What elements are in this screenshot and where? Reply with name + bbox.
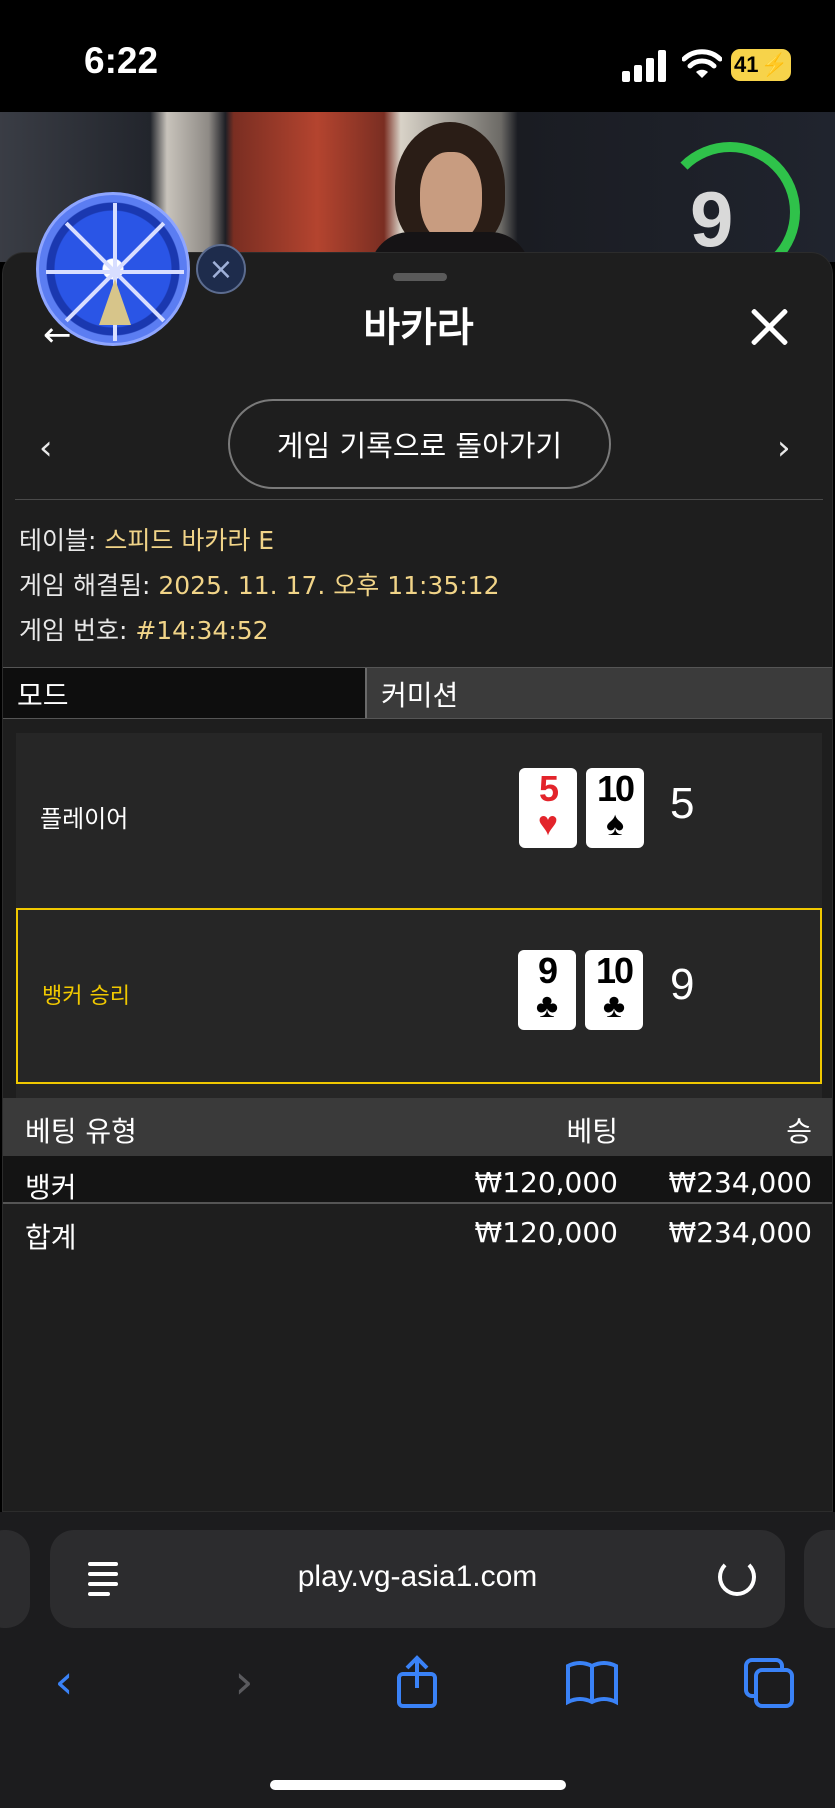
banker-card-1: 9 ♣	[518, 950, 576, 1030]
wifi-icon	[682, 49, 722, 78]
cellular-signal-icon	[622, 50, 670, 82]
tab-mode[interactable]: 모드	[3, 668, 365, 718]
player-card-1: 5 ♥	[519, 768, 577, 848]
close-icon[interactable]: ×	[196, 244, 246, 294]
game-detail-panel: ← 바카라 ‹ 게임 기록으로 돌아가기 › 테이블: 스피드 바카라 E 게임…	[2, 252, 833, 1512]
home-indicator[interactable]	[270, 1780, 566, 1790]
back-icon[interactable]: ‹	[34, 1652, 94, 1712]
player-label: 플레이어	[40, 805, 129, 833]
table-label: 테이블:	[19, 526, 105, 555]
player-card-2: 10 ♠	[586, 768, 644, 848]
address-bar[interactable]: play.vg-asia1.com	[50, 1530, 785, 1628]
header-bet-type: 베팅 유형	[25, 1115, 137, 1148]
battery-level: 41	[734, 52, 759, 77]
card-suit-icon: ♣	[602, 987, 626, 1025]
bet-amount: ₩120,000	[474, 1216, 618, 1249]
battery-icon: 41 ⚡	[731, 49, 791, 81]
browser-toolbar: play.vg-asia1.com ‹ ›	[0, 1512, 835, 1808]
banker-hand-row: 뱅커 승리 9 ♣ 10 ♣ 9	[16, 908, 822, 1084]
win-amount: ₩234,000	[668, 1216, 812, 1249]
back-to-history-button[interactable]: 게임 기록으로 돌아가기	[228, 399, 611, 489]
round-result: 플레이어 5 ♥ 10 ♠ 5 뱅커 승리 9 ♣ 10 ♣ 9	[16, 733, 822, 1098]
url-text: play.vg-asia1.com	[297, 1560, 538, 1593]
table-row: 뱅커 ₩120,000 ₩234,000	[3, 1156, 832, 1204]
resolved-value: 2025. 11. 17. 오후 11:35:12	[158, 571, 500, 600]
tab-commission[interactable]: 커미션	[365, 668, 832, 718]
game-number-info: 게임 번호: #14:34:52	[19, 611, 269, 647]
header-bet: 베팅	[566, 1115, 618, 1148]
charging-icon: ⚡	[760, 52, 788, 77]
previous-tab-preview[interactable]	[0, 1530, 30, 1628]
divider	[15, 499, 823, 500]
wheel-pointer	[99, 279, 131, 325]
table-value: 스피드 바카라 E	[104, 526, 275, 555]
game-number-value: #14:34:52	[135, 616, 269, 645]
wheel-widget-icon[interactable]	[36, 192, 190, 346]
header-win: 승	[786, 1115, 812, 1148]
card-rank: 10	[596, 768, 635, 809]
tabs-icon[interactable]	[738, 1652, 798, 1712]
next-game-chevron-icon[interactable]: ›	[777, 428, 807, 468]
bet-table-header: 베팅 유형 베팅 승	[3, 1098, 832, 1156]
table-info: 테이블: 스피드 바카라 E	[19, 521, 274, 557]
card-suit-icon: ♣	[535, 987, 559, 1025]
game-number-label: 게임 번호:	[19, 616, 136, 645]
resolved-label: 게임 해결됨:	[19, 571, 159, 600]
dealer-face	[420, 152, 482, 242]
sheet-grabber[interactable]	[393, 273, 447, 281]
card-rank: 9	[537, 950, 558, 991]
bet-type: 합계	[25, 1221, 77, 1254]
clock: 6:22	[84, 40, 159, 81]
bet-type: 뱅커	[25, 1171, 77, 1204]
bookmarks-icon[interactable]	[562, 1652, 622, 1712]
forward-icon[interactable]: ›	[214, 1652, 274, 1712]
win-amount: ₩234,000	[668, 1166, 812, 1199]
close-icon[interactable]	[747, 305, 791, 349]
card-suit-icon: ♠	[605, 805, 625, 843]
card-rank: 5	[538, 768, 559, 809]
resolved-info: 게임 해결됨: 2025. 11. 17. 오후 11:35:12	[19, 566, 499, 602]
card-suit-icon: ♥	[537, 805, 559, 843]
status-bar: 6:22 41 ⚡	[0, 0, 835, 112]
previous-game-chevron-icon[interactable]: ‹	[39, 428, 69, 468]
reload-icon[interactable]	[718, 1558, 756, 1596]
player-score: 5	[670, 779, 695, 828]
mode-commission-tabs: 모드 커미션	[3, 667, 832, 719]
bet-amount: ₩120,000	[474, 1166, 618, 1199]
card-rank: 10	[595, 950, 634, 991]
player-hand-row: 플레이어 5 ♥ 10 ♠ 5	[16, 733, 822, 898]
banker-card-2: 10 ♣	[585, 950, 643, 1030]
share-icon[interactable]	[387, 1652, 447, 1712]
banker-win-label: 뱅커 승리	[42, 984, 130, 1009]
countdown-number: 9	[690, 175, 734, 262]
next-tab-preview[interactable]	[804, 1530, 835, 1628]
table-row: 합계 ₩120,000 ₩234,000	[3, 1206, 832, 1254]
banker-score: 9	[670, 960, 695, 1009]
